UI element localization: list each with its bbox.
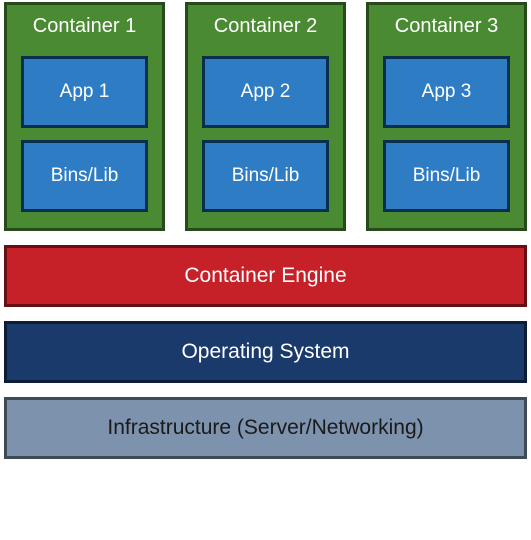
container-1: Container 1 App 1 Bins/Lib <box>4 2 165 231</box>
container-architecture-diagram: Container 1 App 1 Bins/Lib Container 2 A… <box>0 0 531 461</box>
containers-row: Container 1 App 1 Bins/Lib Container 2 A… <box>4 2 527 231</box>
infrastructure-layer: Infrastructure (Server/Networking) <box>4 397 527 459</box>
container-title: Container 1 <box>21 11 148 44</box>
libs-box: Bins/Lib <box>202 140 329 212</box>
container-title: Container 2 <box>202 11 329 44</box>
libs-box: Bins/Lib <box>383 140 510 212</box>
app-box: App 2 <box>202 56 329 128</box>
container-3: Container 3 App 3 Bins/Lib <box>366 2 527 231</box>
app-box: App 1 <box>21 56 148 128</box>
libs-box: Bins/Lib <box>21 140 148 212</box>
container-title: Container 3 <box>383 11 510 44</box>
container-engine-layer: Container Engine <box>4 245 527 307</box>
operating-system-layer: Operating System <box>4 321 527 383</box>
container-2: Container 2 App 2 Bins/Lib <box>185 2 346 231</box>
app-box: App 3 <box>383 56 510 128</box>
